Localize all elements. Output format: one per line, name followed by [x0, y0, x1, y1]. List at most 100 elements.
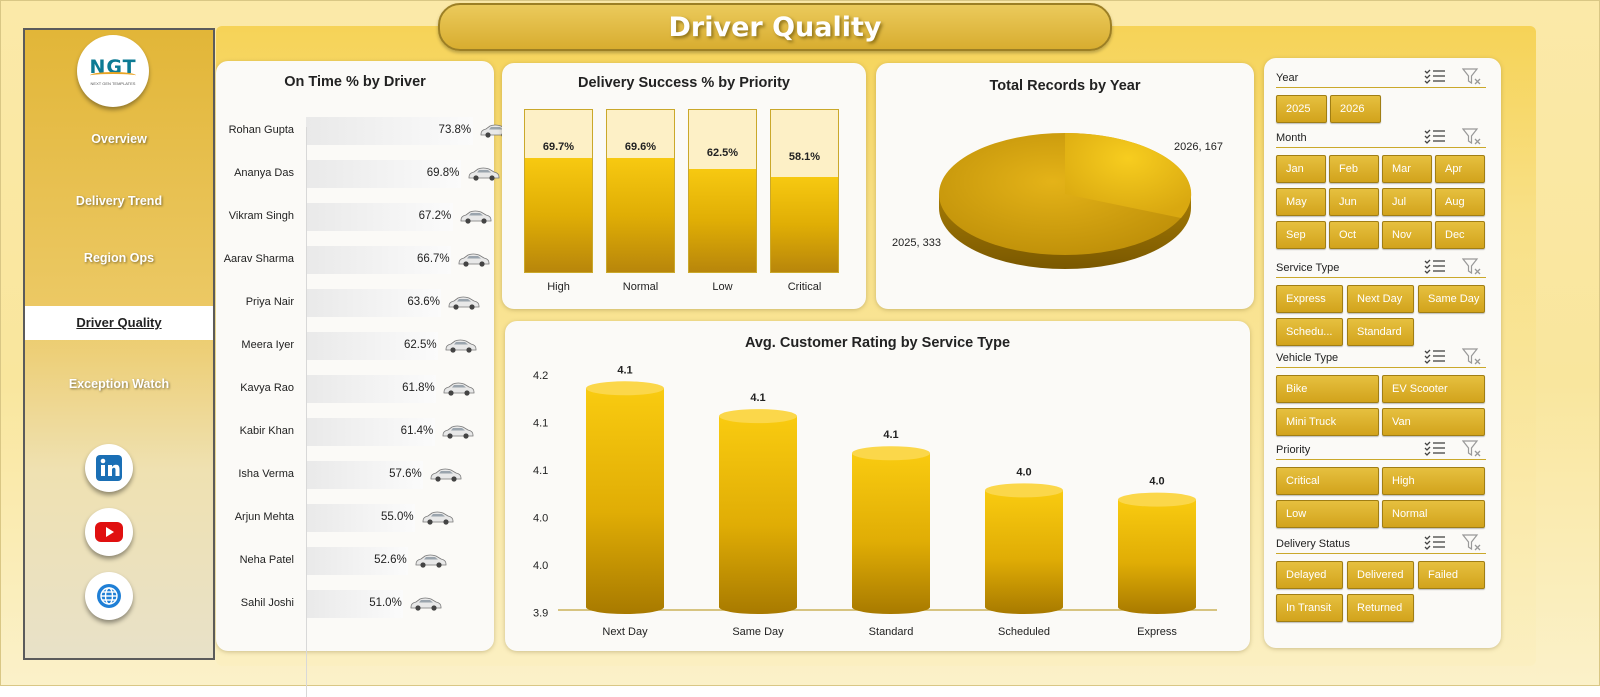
- driver-name: Arjun Mehta: [234, 511, 294, 523]
- driver-name: Neha Patel: [239, 554, 294, 566]
- slicer-item[interactable]: Jan: [1276, 155, 1326, 183]
- clear-filter-button[interactable]: [1461, 68, 1482, 89]
- linkedin-icon: [96, 455, 122, 481]
- multi-select-icon[interactable]: [1424, 128, 1446, 144]
- driver-row: Isha Verma 57.6%: [216, 460, 486, 490]
- website-button[interactable]: [85, 572, 133, 620]
- youtube-button[interactable]: [85, 508, 133, 556]
- slicer-item[interactable]: Critical: [1276, 467, 1379, 495]
- slicer-item[interactable]: Van: [1382, 408, 1485, 436]
- clear-filter-icon[interactable]: [1461, 68, 1482, 86]
- clear-filter-button[interactable]: [1461, 440, 1482, 461]
- rating-category: Standard: [869, 626, 914, 638]
- priority-label: Low: [712, 281, 733, 293]
- clear-filter-icon[interactable]: [1461, 534, 1482, 552]
- slicer-item[interactable]: Express: [1276, 285, 1343, 313]
- driver-value: 61.8%: [402, 382, 435, 394]
- slicer-item[interactable]: Schedu...: [1276, 318, 1343, 346]
- slicer-item[interactable]: Normal: [1382, 500, 1485, 528]
- priority-bar-frame: 69.7%: [524, 109, 593, 273]
- multi-select-icon[interactable]: [1424, 348, 1446, 364]
- priority-bar: [771, 177, 838, 272]
- clear-filter-button[interactable]: [1461, 128, 1482, 149]
- slicer-item[interactable]: Sep: [1276, 221, 1326, 249]
- slicer-title: Service Type: [1276, 262, 1340, 274]
- nav-overview[interactable]: Overview: [25, 132, 213, 146]
- clear-filter-button[interactable]: [1461, 534, 1482, 555]
- clear-filter-icon[interactable]: [1461, 440, 1482, 458]
- car-icon: [410, 597, 442, 611]
- car-icon: [442, 425, 474, 439]
- driver-value: 66.7%: [417, 253, 450, 265]
- multi-select-button[interactable]: [1424, 440, 1446, 459]
- slicer-item[interactable]: Delivered: [1347, 561, 1414, 589]
- on-time-title: On Time % by Driver: [284, 74, 426, 90]
- slicer-item[interactable]: Jul: [1382, 188, 1432, 216]
- nav-exception-watch[interactable]: Exception Watch: [25, 377, 213, 391]
- slicer-item[interactable]: Mar: [1382, 155, 1432, 183]
- slicer-item[interactable]: Standard: [1347, 318, 1414, 346]
- clear-filter-button[interactable]: [1461, 348, 1482, 369]
- slicer-item[interactable]: Apr: [1435, 155, 1485, 183]
- priority-label: Critical: [787, 281, 822, 293]
- rating-card: Avg. Customer Rating by Service Type 4.2…: [505, 321, 1250, 651]
- nav-driver-quality[interactable]: Driver Quality: [25, 306, 213, 340]
- clear-filter-icon[interactable]: [1461, 348, 1482, 366]
- priority-label: Normal: [622, 281, 659, 293]
- multi-select-button[interactable]: [1424, 348, 1446, 367]
- driver-row: Kabir Khan 61.4%: [216, 417, 486, 447]
- multi-select-button[interactable]: [1424, 534, 1446, 553]
- slicer-item[interactable]: Dec: [1435, 221, 1485, 249]
- priority-value: 69.7%: [542, 141, 575, 153]
- clear-filter-icon[interactable]: [1461, 258, 1482, 276]
- sidebar: NGT NEXT GEN TEMPLATES Overview Delivery…: [23, 28, 215, 660]
- multi-select-icon[interactable]: [1424, 68, 1446, 84]
- rating-bar: [852, 446, 930, 614]
- year-card: Total Records by Year 2026, 167 2025, 33…: [876, 63, 1254, 309]
- slicer-item[interactable]: In Transit: [1276, 594, 1343, 622]
- youtube-icon: [95, 522, 123, 542]
- clear-filter-button[interactable]: [1461, 258, 1482, 279]
- car-icon: [448, 296, 480, 310]
- clear-filter-icon[interactable]: [1461, 128, 1482, 146]
- slicer-item[interactable]: Mini Truck: [1276, 408, 1379, 436]
- multi-select-icon[interactable]: [1424, 534, 1446, 550]
- slicer-item[interactable]: High: [1382, 467, 1485, 495]
- multi-select-button[interactable]: [1424, 68, 1446, 87]
- nav-delivery-trend[interactable]: Delivery Trend: [25, 194, 213, 208]
- slicer-item[interactable]: Returned: [1347, 594, 1414, 622]
- slicer-item[interactable]: Oct: [1329, 221, 1379, 249]
- driver-car: [414, 553, 448, 574]
- slicer-item[interactable]: 2026: [1330, 95, 1381, 123]
- priority-value: 62.5%: [706, 146, 739, 159]
- rating-category: Next Day: [602, 626, 648, 638]
- slicer-item[interactable]: Feb: [1329, 155, 1379, 183]
- slicer-item[interactable]: Same Day: [1418, 285, 1485, 313]
- slicer-item[interactable]: May: [1276, 188, 1326, 216]
- multi-select-button[interactable]: [1424, 128, 1446, 147]
- slicer-item[interactable]: Aug: [1435, 188, 1485, 216]
- slicer-item[interactable]: Next Day: [1347, 285, 1414, 313]
- driver-name: Ananya Das: [234, 167, 294, 179]
- slicer-item[interactable]: Delayed: [1276, 561, 1343, 589]
- slicer-title: Priority: [1276, 444, 1311, 456]
- slicer-item[interactable]: Nov: [1382, 221, 1432, 249]
- rating-ytick: 3.9: [533, 608, 548, 620]
- multi-select-icon[interactable]: [1424, 258, 1446, 274]
- slicer-item[interactable]: Jun: [1329, 188, 1379, 216]
- multi-select-button[interactable]: [1424, 258, 1446, 277]
- slicer-item[interactable]: EV Scooter: [1382, 375, 1485, 403]
- nav-region-ops[interactable]: Region Ops: [25, 251, 213, 265]
- multi-select-icon[interactable]: [1424, 440, 1446, 456]
- driver-row: Vikram Singh 67.2%: [216, 202, 492, 232]
- slicer-item[interactable]: Bike: [1276, 375, 1379, 403]
- slicer-item[interactable]: Low: [1276, 500, 1379, 528]
- slicer-title: Year: [1276, 72, 1299, 84]
- slicer-item[interactable]: 2025: [1276, 95, 1327, 123]
- title-banner: Driver Quality: [438, 3, 1112, 51]
- driver-row: Priya Nair 63.6%: [216, 288, 486, 318]
- rating-svg: 4.2 4.1 4.1 4.0 4.0 3.9 4.1 Next Day 4.1 Same Day…: [533, 364, 1217, 638]
- priority-label: High: [547, 281, 570, 293]
- slicer-item[interactable]: Failed: [1418, 561, 1485, 589]
- linkedin-button[interactable]: [85, 444, 133, 492]
